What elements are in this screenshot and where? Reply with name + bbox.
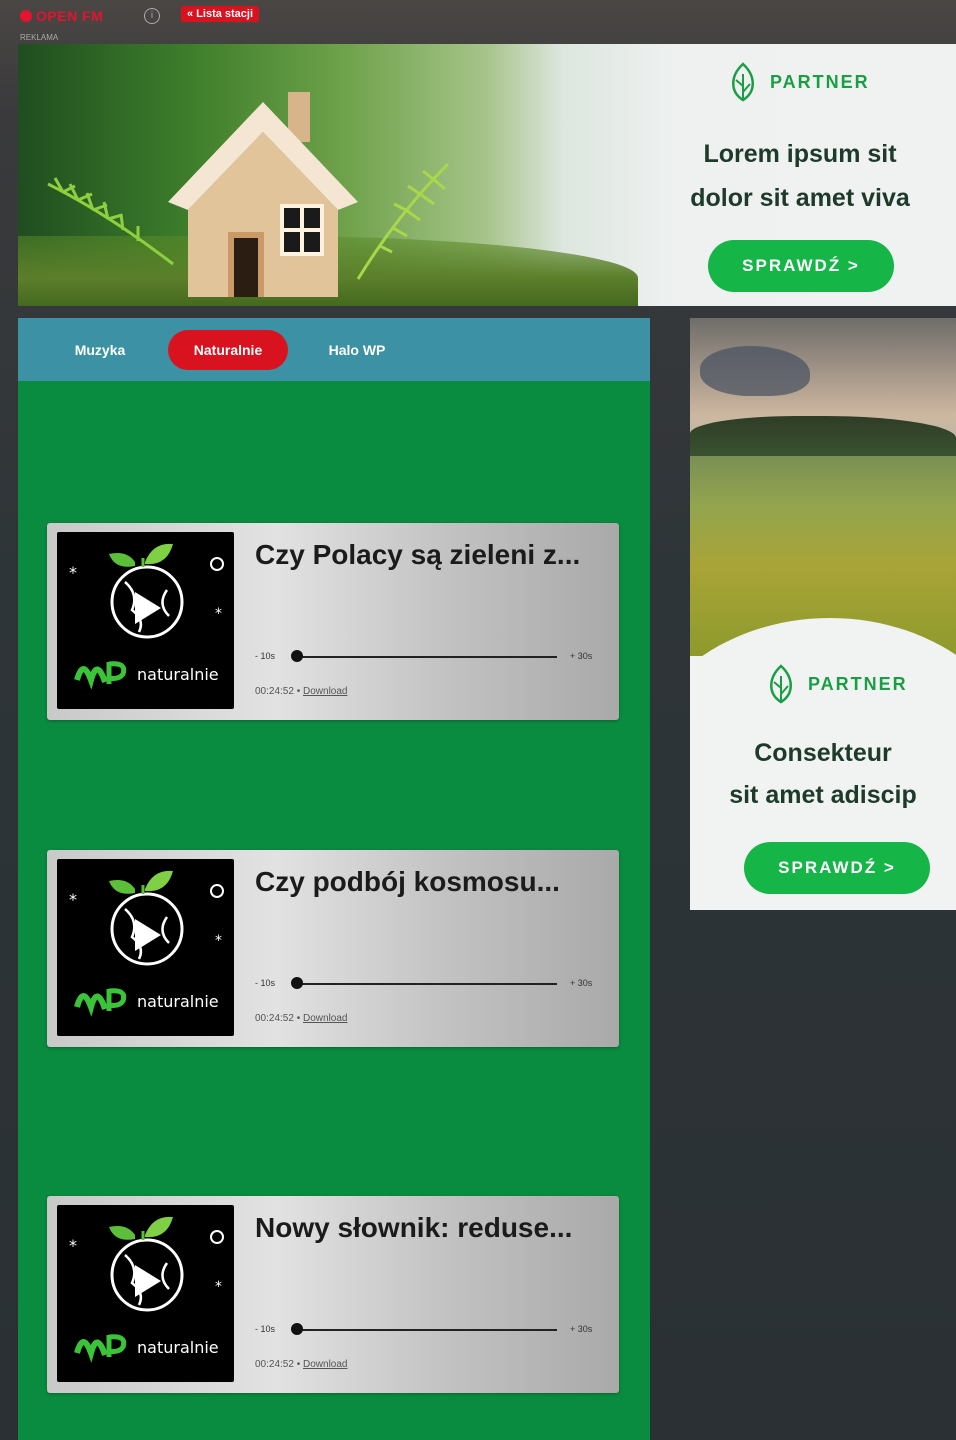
partner-label: PARTNER bbox=[808, 673, 908, 694]
episode-cover[interactable]: * * naturalnie bbox=[57, 859, 234, 1036]
globe-play-icon[interactable]: * * naturalnie bbox=[57, 532, 234, 709]
ad-headline: Consekteur sit amet adiscip bbox=[700, 732, 946, 816]
brand-text: naturalnie bbox=[137, 1338, 219, 1357]
skip-back-button[interactable]: - 10s bbox=[255, 1324, 275, 1334]
progress-knob[interactable] bbox=[291, 977, 303, 989]
progress-slider[interactable] bbox=[292, 983, 557, 985]
episode-cover[interactable]: * * naturalnie bbox=[57, 532, 234, 709]
leaf-icon bbox=[732, 62, 754, 102]
skip-forward-button[interactable]: + 30s bbox=[570, 978, 592, 988]
svg-text:*: * bbox=[69, 563, 77, 582]
station-list-button[interactable]: « Lista stacji bbox=[181, 6, 260, 22]
episode-title[interactable]: Czy podbój kosmosu... bbox=[255, 866, 560, 898]
top-banner-ad[interactable]: PARTNER Lorem ipsum sit dolor sit amet v… bbox=[18, 44, 956, 306]
episode-title[interactable]: Czy Polacy są zieleni z... bbox=[255, 539, 580, 571]
top-bar: OPEN FM i « Lista stacji REKLAMA bbox=[0, 0, 956, 44]
duration: 00:24:52 bbox=[255, 1359, 294, 1370]
episode-card[interactable]: * * naturalnie Czy podbój kosmosu... - 1… bbox=[47, 850, 619, 1047]
side-banner-ad[interactable]: PARTNER Consekteur sit amet adiscip SPRA… bbox=[690, 318, 956, 910]
ad-headline-line2: dolor sit amet viva bbox=[690, 184, 910, 212]
tab-muzyka[interactable]: Muzyka bbox=[58, 330, 142, 370]
partner-label: PARTNER bbox=[770, 71, 870, 92]
skip-forward-button[interactable]: + 30s bbox=[570, 651, 592, 661]
brand-text: naturalnie bbox=[137, 992, 219, 1011]
svg-text:*: * bbox=[69, 890, 77, 909]
partner-badge: PARTNER bbox=[728, 62, 870, 102]
episode-meta: 00:24:52 • Download bbox=[255, 1013, 348, 1024]
duration: 00:24:52 bbox=[255, 686, 294, 697]
download-link[interactable]: Download bbox=[303, 1013, 347, 1024]
globe-play-icon[interactable]: * * naturalnie bbox=[57, 1205, 234, 1382]
skip-back-button[interactable]: - 10s bbox=[255, 978, 275, 988]
progress-knob[interactable] bbox=[291, 1323, 303, 1335]
treeline-decoration bbox=[690, 416, 956, 460]
svg-text:*: * bbox=[215, 933, 222, 949]
openfm-logo[interactable]: OPEN FM bbox=[20, 8, 103, 24]
episode-card[interactable]: * * naturalnie Czy Polacy są zieleni z..… bbox=[47, 523, 619, 720]
wooden-house-illustration bbox=[168, 92, 358, 297]
logo-dot-icon bbox=[20, 10, 32, 22]
episode-meta: 00:24:52 • Download bbox=[255, 686, 348, 697]
progress-slider[interactable] bbox=[292, 656, 557, 658]
fern-illustration bbox=[47, 177, 174, 266]
tab-halo-wp[interactable]: Halo WP bbox=[316, 330, 398, 370]
ad-headline: Lorem ipsum sit dolor sit amet viva bbox=[670, 132, 930, 220]
svg-text:*: * bbox=[69, 1236, 77, 1255]
check-button[interactable]: SPRAWDŹ > bbox=[744, 842, 930, 894]
duration: 00:24:52 bbox=[255, 1013, 294, 1024]
tab-bar: Muzyka Naturalnie Halo WP bbox=[18, 318, 650, 381]
podcast-panel: Muzyka Naturalnie Halo WP * * naturalnie… bbox=[18, 318, 650, 1440]
tab-naturalnie[interactable]: Naturalnie bbox=[168, 330, 288, 370]
skip-back-button[interactable]: - 10s bbox=[255, 651, 275, 661]
skip-forward-button[interactable]: + 30s bbox=[570, 1324, 592, 1334]
partner-badge: PARTNER bbox=[766, 664, 908, 704]
brand-text: naturalnie bbox=[137, 665, 219, 684]
logo-text: OPEN FM bbox=[36, 8, 104, 24]
ad-headline-line2: sit amet adiscip bbox=[729, 781, 917, 809]
check-button[interactable]: SPRAWDŹ > bbox=[708, 240, 894, 292]
info-icon[interactable]: i bbox=[144, 8, 160, 24]
svg-text:*: * bbox=[215, 606, 222, 622]
ad-label: REKLAMA bbox=[20, 33, 59, 42]
cloud-decoration bbox=[700, 346, 810, 396]
episode-title[interactable]: Nowy słownik: reduse... bbox=[255, 1212, 572, 1244]
episode-cover[interactable]: * * naturalnie bbox=[57, 1205, 234, 1382]
ad-headline-line1: Consekteur bbox=[754, 739, 892, 767]
leaf-icon bbox=[770, 664, 792, 704]
download-link[interactable]: Download bbox=[303, 1359, 347, 1370]
progress-knob[interactable] bbox=[291, 650, 303, 662]
svg-text:*: * bbox=[215, 1279, 222, 1295]
episode-card[interactable]: * * naturalnie Nowy słownik: reduse... -… bbox=[47, 1196, 619, 1393]
episode-meta: 00:24:52 • Download bbox=[255, 1359, 348, 1370]
ad-headline-line1: Lorem ipsum sit bbox=[703, 140, 897, 168]
download-link[interactable]: Download bbox=[303, 686, 347, 697]
globe-play-icon[interactable]: * * naturalnie bbox=[57, 859, 234, 1036]
progress-slider[interactable] bbox=[292, 1329, 557, 1331]
